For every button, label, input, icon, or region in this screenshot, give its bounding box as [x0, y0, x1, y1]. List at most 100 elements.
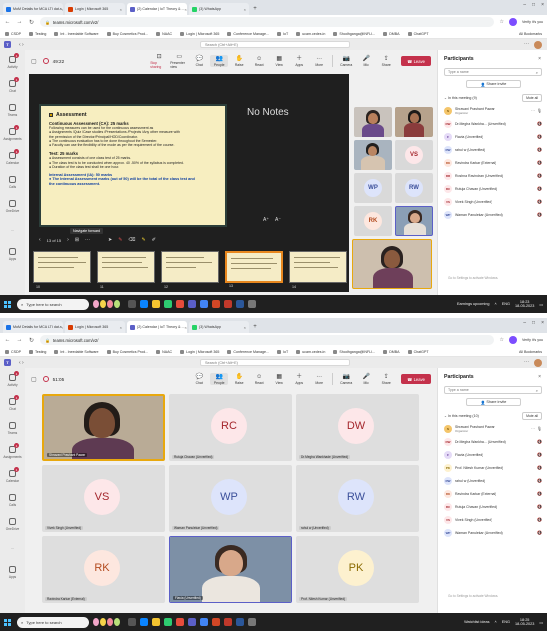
raise-hand-button[interactable]: ✋ Raise [230, 373, 248, 385]
video-tile-active[interactable] [352, 239, 432, 289]
notification-icon[interactable]: ▭ [539, 302, 543, 307]
chat-button[interactable]: 💬 Chat [190, 55, 208, 67]
notification-icon[interactable]: ▭ [539, 620, 543, 625]
close-window-icon[interactable]: × [541, 2, 544, 8]
bookmark-item[interactable]: IoT [276, 31, 288, 36]
bookmark-item[interactable]: Int - Ineedable Software [54, 31, 99, 36]
profile-avatar[interactable] [508, 336, 517, 344]
slide-thumbnail[interactable]: 12 [161, 251, 219, 289]
close-icon[interactable]: × [538, 56, 541, 62]
rail-item-more[interactable]: ... [0, 218, 25, 242]
slide-thumbnail[interactable]: 11 [97, 251, 155, 289]
browser-tab-active[interactable]: (2) Calendar | IoT Theory & ... × [127, 321, 187, 333]
forward-icon[interactable]: → [16, 337, 23, 343]
browser-tab[interactable]: (3) WhatsApp × [189, 321, 249, 333]
close-icon[interactable]: × [538, 374, 541, 380]
windows-start-icon[interactable] [4, 300, 11, 308]
rail-item-more[interactable]: ... [0, 536, 25, 560]
bookmark-item[interactable]: ucam.cedes.in [296, 349, 325, 354]
video-tile[interactable] [354, 140, 392, 170]
close-icon[interactable]: × [244, 325, 246, 330]
participant-row[interactable]: RK Ravindra Karkar (External) 🔇 [444, 156, 544, 169]
url-field[interactable]: 🔒 teams.microsoft.com/v2/ [40, 335, 495, 345]
app-icon[interactable] [248, 300, 256, 308]
more-icon[interactable]: ··· [524, 359, 529, 365]
pen-icon[interactable]: ✎ [118, 237, 122, 243]
news-widget[interactable]: Earnings upcoming [457, 302, 490, 306]
teams-taskbar-icon[interactable] [188, 300, 196, 308]
bookmark-item[interactable]: ChatGPT [407, 31, 429, 36]
word-icon[interactable] [236, 618, 244, 626]
decrease-font-button[interactable]: A⁻ [275, 217, 281, 223]
video-tile[interactable]: PK Prof. Nilesh Kumar (Unverified) [296, 536, 419, 603]
browser-tab[interactable]: Login | Microsoft 365 × [65, 321, 125, 333]
browser-tab[interactable]: (3) WhatsApp × [189, 3, 249, 15]
video-tile[interactable]: RW [395, 173, 433, 203]
bookmark-item[interactable]: CSDP [5, 31, 21, 36]
participant-row[interactable]: WP Waman Panulekar (Unverified) 🔇 [444, 208, 544, 221]
view-button[interactable]: ▦ View [270, 55, 288, 67]
bookmark-item[interactable]: Shodhganga@INFLI... [333, 349, 375, 354]
powerpoint-icon[interactable] [212, 618, 220, 626]
eraser-icon[interactable]: ⌫ [128, 237, 135, 243]
rail-item-teams[interactable]: Teams [0, 416, 25, 440]
stop-sharing-button[interactable]: ⊡ Stop sharing [150, 53, 168, 69]
video-tile[interactable]: RW rahul w (Unverified) [296, 465, 419, 532]
leave-button[interactable]: ☎ Leave [401, 56, 431, 66]
bookmark-item[interactable]: NAAC [156, 31, 172, 36]
participant-row[interactable]: RW rahul w (Unverified) 🔇 [444, 143, 544, 156]
video-tile[interactable]: VS Vivek Singh (Unverified) [42, 465, 165, 532]
slide-thumbnail[interactable]: 14 [289, 251, 347, 289]
participant-row[interactable]: F Flavia (Unverified) 🔇 [444, 130, 544, 143]
previous-slide-icon[interactable]: ‹ [39, 237, 41, 243]
video-tile-active[interactable]: Shravani Prashant Pawar [42, 394, 165, 461]
slide-thumbnail-selected[interactable]: 13 [225, 251, 283, 288]
people-button[interactable]: 👥 People [210, 373, 229, 385]
bookmark-item[interactable]: NAAC [156, 349, 172, 354]
star-icon[interactable]: ☆ [499, 337, 503, 343]
leave-button[interactable]: ☎ Leave [401, 374, 431, 384]
more-button[interactable]: ··· More [310, 373, 328, 385]
clock[interactable]: 18:25 18-05-2023 [515, 618, 534, 627]
ink-icon[interactable]: ✐ [152, 237, 156, 243]
rail-item-chat[interactable]: 1 Chat [0, 74, 25, 98]
word-icon[interactable] [236, 300, 244, 308]
bookmark-item[interactable]: Login | Microsoft 365 [180, 349, 219, 354]
language-indicator[interactable]: ENG [502, 620, 510, 624]
nav-arrows-icon[interactable]: ‹ › [19, 42, 24, 48]
clock[interactable]: 18:23 18-05-2023 [515, 300, 534, 309]
react-button[interactable]: ☺ React [250, 373, 268, 385]
browser-tab[interactable]: MoM Details for MCA LTI dat-s× [3, 3, 63, 15]
bookmark-item[interactable]: DMBA [383, 31, 400, 36]
close-window-icon[interactable]: × [541, 320, 544, 326]
bookmark-item[interactable]: Testing [29, 349, 46, 354]
rail-item-onedrive[interactable]: OneDrive [0, 194, 25, 218]
taskbar-search-input[interactable]: ⌕ Type here to search [17, 616, 89, 628]
bookmark-item[interactable]: Buy Cosmetics Prod... [106, 31, 148, 36]
in-meeting-header[interactable]: ⌄ In this meeting (9) Mute all [444, 94, 542, 102]
participant-search-input[interactable]: Type a name ⌕ [444, 386, 542, 394]
minimize-icon[interactable]: – [523, 2, 526, 8]
participant-search-input[interactable]: Type a name ⌕ [444, 68, 542, 76]
more-icon[interactable]: ··· [531, 426, 535, 431]
participant-row[interactable]: S Shravani Prashant Pawar Organizer ··· 🎙 [444, 104, 544, 117]
whatsapp-icon[interactable] [164, 618, 172, 626]
bookmark-item[interactable]: Int - Ineedable Software [54, 349, 99, 354]
reload-icon[interactable]: ↻ [28, 19, 35, 26]
video-tile[interactable]: RK Ravindra Karkar (External) [42, 536, 165, 603]
bookmark-item[interactable]: Shodhganga@INFLI... [333, 31, 375, 36]
windows-start-icon[interactable] [4, 618, 11, 626]
verify-button[interactable]: Verify it's you [522, 338, 543, 342]
camera-button[interactable]: 📷 Camera [337, 55, 355, 67]
bookmark-item[interactable]: IoT [276, 349, 288, 354]
bookmark-item[interactable]: Login | Microsoft 365 [180, 31, 219, 36]
all-bookmarks[interactable]: All Bookmarks [519, 32, 542, 36]
browser-tab[interactable]: Login | Microsoft 365 × [65, 3, 125, 15]
rail-item-calendar[interactable]: 1 Calendar [0, 146, 25, 170]
more-icon[interactable]: ··· [85, 237, 90, 243]
close-icon[interactable]: × [120, 325, 122, 330]
star-icon[interactable]: ☆ [499, 19, 503, 25]
teams-search-input[interactable]: Search (Ctrl+Alt+E) [200, 41, 350, 48]
chrome-icon[interactable] [200, 618, 208, 626]
grid-view-icon[interactable]: ⊞ [75, 237, 79, 243]
